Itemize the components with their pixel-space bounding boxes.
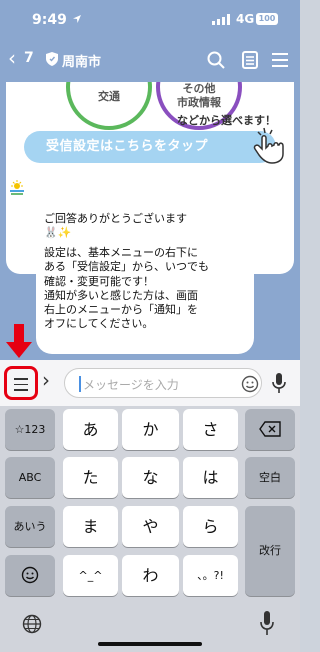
globe-icon[interactable] bbox=[22, 614, 42, 634]
unread-count: 7 bbox=[24, 50, 34, 66]
message-line: オフにしてください。 bbox=[44, 317, 154, 331]
menu-icon[interactable] bbox=[270, 50, 290, 70]
other-label-2: 市政情報 bbox=[177, 96, 221, 109]
key-punctuation[interactable]: 、。?! bbox=[183, 555, 238, 596]
back-button[interactable]: ‹ bbox=[8, 48, 16, 68]
key-kana[interactable]: あいう bbox=[5, 506, 55, 547]
red-down-arrow-icon bbox=[6, 324, 32, 358]
receive-settings-button[interactable]: 受信設定はこちらをタップ bbox=[24, 131, 276, 163]
message-placeholder: メッセージを入力 bbox=[83, 378, 179, 392]
key-abc[interactable]: ABC bbox=[5, 457, 55, 498]
emoji-icon[interactable] bbox=[241, 375, 259, 393]
key-sa[interactable]: さ bbox=[183, 409, 238, 450]
message-line: 設定は、基本メニューの右下に bbox=[44, 246, 198, 260]
city-logo-icon bbox=[6, 177, 28, 199]
message-timestamp: 9:48 bbox=[228, 341, 249, 351]
avatar[interactable] bbox=[6, 177, 28, 199]
main-menu-button[interactable] bbox=[4, 366, 38, 400]
backspace-icon bbox=[259, 421, 281, 437]
message-input[interactable]: メッセージを入力 bbox=[64, 368, 262, 398]
traffic-label: 交通 bbox=[98, 90, 120, 103]
key-wa[interactable]: わ bbox=[122, 555, 179, 596]
chat-area: 交通 その他 市政情報 などから選べます！ 受信設定はこちらをタップ 9:48 ご… bbox=[0, 82, 300, 360]
key-ta[interactable]: た bbox=[63, 457, 118, 498]
expand-chevron-button[interactable]: › bbox=[42, 368, 50, 392]
text-caret bbox=[79, 376, 81, 392]
status-bar: 9:49 4G 100 bbox=[0, 0, 300, 38]
hamburger-icon bbox=[14, 378, 28, 395]
notes-icon[interactable] bbox=[240, 50, 260, 70]
bunny-sparkle-emoji: 🐰✨ bbox=[44, 226, 72, 240]
key-ha[interactable]: は bbox=[183, 457, 238, 498]
official-shield-icon bbox=[46, 52, 58, 66]
card-timestamp: 9:48 bbox=[266, 191, 287, 201]
status-time: 9:49 bbox=[32, 12, 67, 28]
key-emoji[interactable] bbox=[5, 555, 55, 596]
home-indicator bbox=[98, 642, 202, 646]
signal-icon bbox=[212, 14, 230, 25]
emoji-key-icon bbox=[21, 566, 39, 584]
key-na[interactable]: な bbox=[122, 457, 179, 498]
battery-icon: 100 bbox=[256, 13, 278, 25]
message-line: 右上のメニューから「通知」を bbox=[44, 303, 198, 317]
microphone-icon[interactable] bbox=[270, 372, 288, 394]
key-symbols[interactable]: ☆123 bbox=[5, 409, 55, 450]
tap-hand-icon bbox=[253, 127, 284, 164]
key-return[interactable]: 改行 bbox=[245, 506, 295, 596]
message-bubble: ご回答ありがとうございます 🐰✨ 設定は、基本メニューの右下に ある「受信設定」… bbox=[36, 206, 254, 354]
key-a[interactable]: あ bbox=[63, 409, 118, 450]
message-line: 確認・変更可能です！ bbox=[44, 274, 154, 288]
dictation-mic-icon[interactable] bbox=[258, 610, 276, 636]
chat-title: 周南市 bbox=[62, 55, 102, 70]
choose-text: などから選べます！ bbox=[177, 114, 276, 127]
key-ma[interactable]: ま bbox=[63, 506, 118, 547]
key-ra[interactable]: ら bbox=[183, 506, 238, 547]
key-kaomoji[interactable]: ^_^ bbox=[63, 555, 118, 596]
chat-header: ‹ 7 周南市 bbox=[0, 38, 300, 82]
network-type: 4G bbox=[236, 12, 255, 26]
message-line: ある「受信設定」から、いつでも bbox=[44, 260, 209, 274]
message-line: ご回答ありがとうございます bbox=[44, 212, 187, 225]
search-icon[interactable] bbox=[206, 50, 226, 70]
key-ya[interactable]: や bbox=[122, 506, 179, 547]
key-ka[interactable]: か bbox=[122, 409, 179, 450]
backspace-key[interactable] bbox=[245, 409, 295, 450]
message-line: 通知が多いと感じた方は、画面 bbox=[44, 288, 198, 302]
location-arrow-icon bbox=[73, 15, 81, 23]
key-space[interactable]: 空白 bbox=[245, 457, 295, 498]
